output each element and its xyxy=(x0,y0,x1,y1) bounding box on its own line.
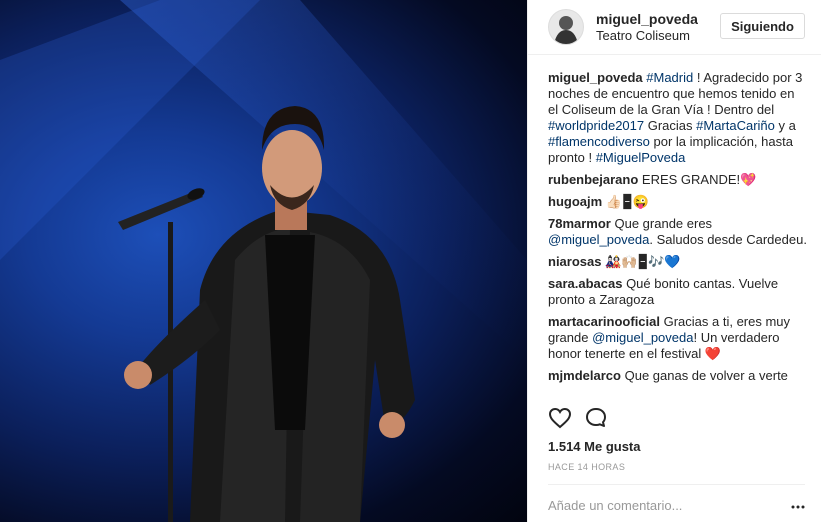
comment-text: Que ganas de volver a verte xyxy=(620,368,788,383)
hashtag-link[interactable]: @miguel_poveda xyxy=(592,330,693,345)
avatar[interactable] xyxy=(548,9,584,45)
location-link[interactable]: Teatro Coliseum xyxy=(596,28,698,44)
post-sidebar: miguel_poveda Teatro Coliseum Siguiendo … xyxy=(527,0,821,522)
post-actions xyxy=(548,406,608,430)
hashtag-link[interactable]: #MiguelPoveda xyxy=(596,150,686,165)
hashtag-link[interactable]: #Madrid xyxy=(646,70,693,85)
hashtag-link[interactable]: #flamencodiverso xyxy=(548,134,650,149)
comment-text: Gracias xyxy=(644,118,697,133)
more-dots-icon[interactable] xyxy=(791,500,805,514)
comment-username[interactable]: martacarinooficial xyxy=(548,314,660,329)
heart-icon[interactable] xyxy=(548,406,572,430)
comment-item: hugoajm 👍🏻🁢😜 xyxy=(548,194,808,210)
comment-username[interactable]: mjmdelarco xyxy=(548,368,621,383)
post-timestamp[interactable]: HACE 14 HORAS xyxy=(548,462,625,472)
following-button[interactable]: Siguiendo xyxy=(720,13,805,39)
author-username[interactable]: miguel_poveda xyxy=(596,11,698,28)
comment-text: 🎎🙌🏼🁢🎶💙 xyxy=(601,254,681,269)
divider xyxy=(548,484,805,485)
hashtag-link[interactable]: #MartaCariño xyxy=(696,118,775,133)
comment-text: ERES GRANDE!💖 xyxy=(638,172,757,187)
hashtag-link[interactable]: @miguel_poveda xyxy=(548,232,649,247)
post-photo[interactable] xyxy=(0,0,527,522)
comments-list[interactable]: miguel_poveda #Madrid ! Agradecido por 3… xyxy=(548,70,808,400)
comment-text: . Saludos desde Cardedeu. xyxy=(649,232,807,247)
likes-count[interactable]: 1.514 Me gusta xyxy=(548,439,641,454)
comment-item: niarosas 🎎🙌🏼🁢🎶💙 xyxy=(548,254,808,270)
comment-text: y a xyxy=(774,118,796,133)
post-caption: miguel_poveda #Madrid ! Agradecido por 3… xyxy=(548,70,808,166)
post-header: miguel_poveda Teatro Coliseum Siguiendo xyxy=(528,0,821,55)
comment-bubble-icon[interactable] xyxy=(584,406,608,430)
singer-photo-illustration xyxy=(0,0,527,522)
hashtag-link[interactable]: #worldpride2017 xyxy=(548,118,644,133)
comment-username[interactable]: sara.abacas xyxy=(548,276,622,291)
avatar-image xyxy=(549,10,583,44)
comment-item: 78marmor Que grande eres @miguel_poveda.… xyxy=(548,216,808,248)
comment-username[interactable]: rubenbejarano xyxy=(548,172,638,187)
comment-username[interactable]: miguel_poveda xyxy=(548,70,643,85)
add-comment-input[interactable]: Añade un comentario... xyxy=(548,498,682,513)
comment-username[interactable]: niarosas xyxy=(548,254,601,269)
comment-item: sara.abacas Qué bonito cantas. Vuelve pr… xyxy=(548,276,808,308)
comment-text: 👍🏻🁢😜 xyxy=(602,194,649,209)
comment-text: Que grande eres xyxy=(610,216,713,231)
comment-username[interactable]: 78marmor xyxy=(548,216,611,231)
comment-item: mjmdelarco Que ganas de volver a verte xyxy=(548,368,808,384)
comment-username[interactable]: hugoajm xyxy=(548,194,602,209)
comment-item: rubenbejarano ERES GRANDE!💖 xyxy=(548,172,808,188)
post-view: miguel_poveda Teatro Coliseum Siguiendo … xyxy=(0,0,821,522)
comment-item: martacarinooficial Gracias a ti, eres mu… xyxy=(548,314,808,362)
